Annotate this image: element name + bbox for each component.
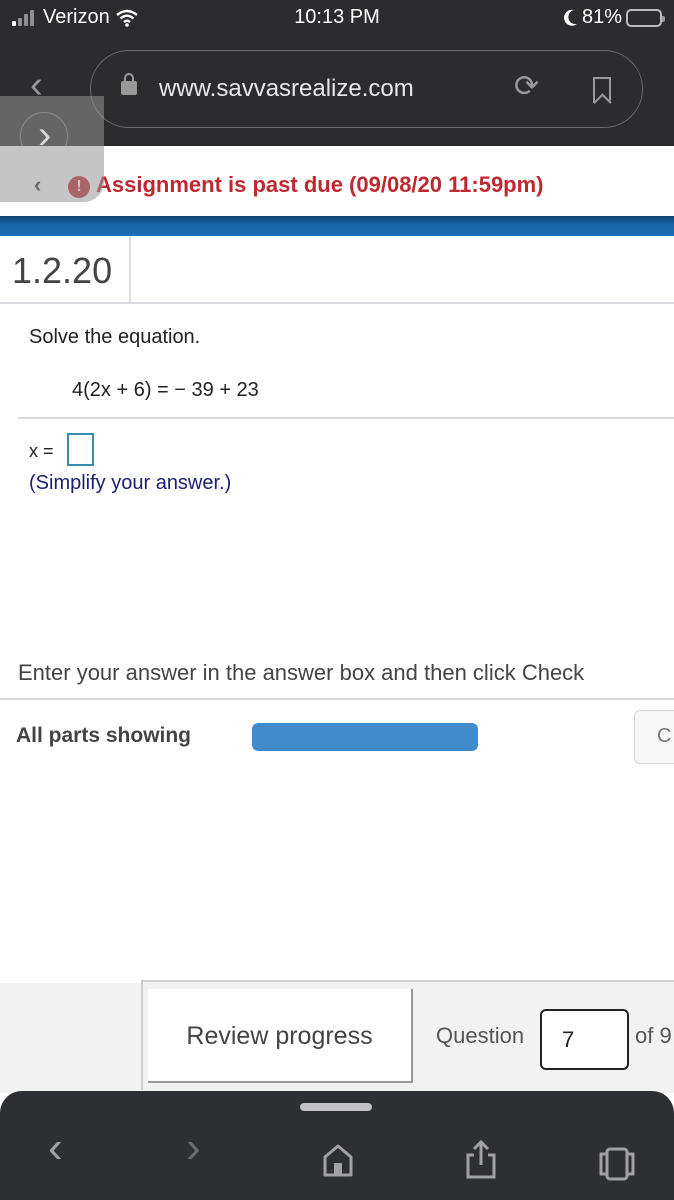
divider [0,698,674,700]
status-bar: Verizon 10:13 PM 81% [0,0,674,40]
parts-progress-fill [252,723,478,751]
instructions-text: Enter your answer in the answer box and … [18,660,585,685]
url-text[interactable]: www.savvasrealize.com [159,75,414,103]
question-total: of 9 [635,1023,672,1048]
forward-icon[interactable]: › [186,1123,201,1173]
moon-icon [563,9,577,26]
header-divider [129,236,131,302]
battery-group: 81% [563,6,665,29]
lock-icon [121,73,137,95]
back-icon[interactable]: ‹ [48,1123,63,1173]
answer-hint: (Simplify your answer.) [29,472,232,494]
question-prompt: Solve the equation. [29,326,201,348]
reload-icon[interactable]: ⟳ [514,69,539,104]
past-due-text: Assignment is past due (09/08/20 11:59pm… [96,172,544,197]
parts-progress-bar [252,723,478,751]
question-number-input[interactable]: 7 [540,1009,629,1070]
share-icon[interactable] [464,1139,498,1179]
answer-label: x = [29,441,54,461]
question-nav-label: Question [436,1023,525,1048]
battery-icon [626,8,665,27]
equation: 4(2x + 6) = − 39 + 23 [72,379,259,401]
answer-input[interactable] [67,433,94,466]
drag-handle[interactable] [300,1103,372,1111]
check-answer-button[interactable]: C [634,710,674,764]
tabs-icon[interactable] [598,1147,636,1181]
review-progress-button[interactable]: Review progress [148,989,413,1083]
question-header: 1.2.20 [0,236,674,304]
divider [18,417,674,419]
home-icon[interactable] [322,1143,354,1177]
swipe-forward-chevron-icon[interactable]: › [38,113,51,158]
question-number: 1.2.20 [12,250,113,291]
bookmark-icon[interactable] [593,77,611,103]
browser-toolbar: ‹ › [0,1091,674,1200]
all-parts-label: All parts showing [16,724,192,747]
url-field[interactable]: www.savvasrealize.com ⟳ [90,50,643,128]
header-band [0,216,674,236]
battery-percent: 81% [581,6,622,28]
